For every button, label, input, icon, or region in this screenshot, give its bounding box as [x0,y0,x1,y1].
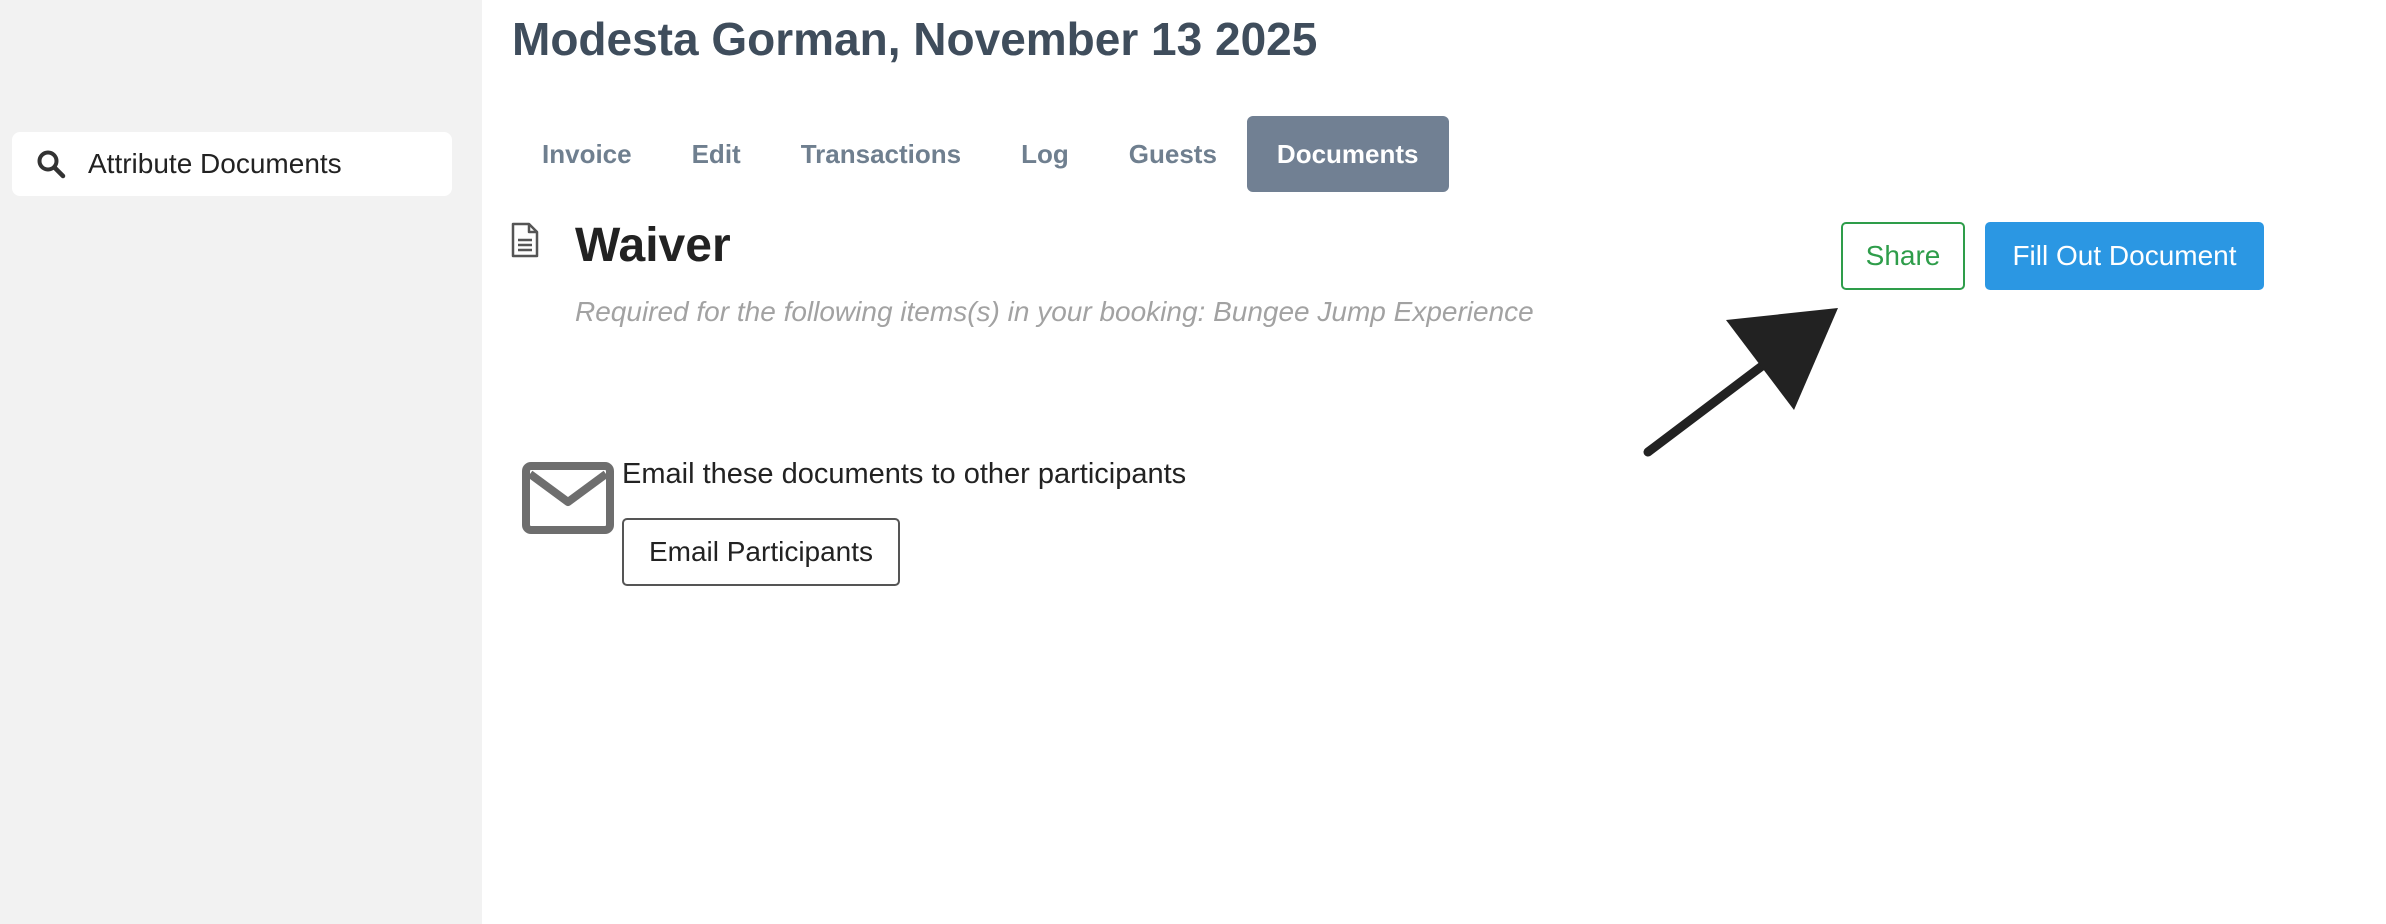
attribute-documents-label: Attribute Documents [88,148,342,179]
page-title: Modesta Gorman, November 13 2025 [512,13,1318,65]
tab-bar: Invoice Edit Transactions Log Guests Doc… [512,116,1449,192]
arrow-pointer-icon [1642,300,1842,460]
fill-out-document-button[interactable]: Fill Out Document [1985,222,2264,290]
tab-edit[interactable]: Edit [662,116,771,192]
document-requirement-note: Required for the following items(s) in y… [575,296,1534,327]
document-title: Waiver [575,219,731,272]
tab-invoice[interactable]: Invoice [512,116,662,192]
email-documents-text: Email these documents to other participa… [622,458,1187,490]
tab-log[interactable]: Log [991,116,1099,192]
tab-documents[interactable]: Documents [1246,116,1449,192]
sidebar: Attribute Documents [0,0,482,924]
search-icon [36,149,66,179]
tab-transactions[interactable]: Transactions [771,116,991,192]
tab-guests[interactable]: Guests [1099,116,1247,192]
share-button[interactable]: Share [1841,222,1965,290]
attribute-documents-search[interactable]: Attribute Documents [12,132,452,196]
envelope-icon [522,462,614,534]
email-participants-button[interactable]: Email Participants [622,518,900,586]
document-icon [510,222,540,258]
main-content: Modesta Gorman, November 13 2025 Invoice… [482,0,2386,924]
